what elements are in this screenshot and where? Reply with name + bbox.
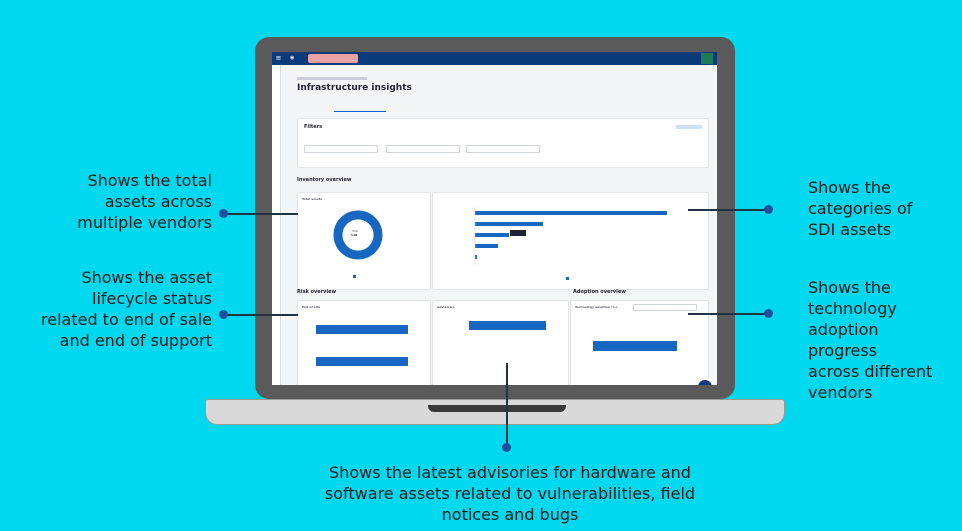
connector-lifecycle bbox=[223, 314, 298, 316]
breadcrumb bbox=[297, 77, 367, 80]
laptop-notch bbox=[428, 405, 566, 412]
sdi-assets-card bbox=[432, 192, 709, 290]
app-screen: ≡ ◉ Infrastructure insights Filters Inve… bbox=[272, 52, 717, 385]
donut-center-label: Total bbox=[352, 230, 358, 233]
advisories-bar bbox=[469, 321, 546, 330]
total-assets-card: Total assets Total 5.4K bbox=[297, 192, 431, 290]
eol-bar bbox=[316, 325, 408, 334]
user-avatar[interactable] bbox=[701, 53, 713, 64]
connector-adoption bbox=[688, 313, 768, 315]
filters-card: Filters bbox=[297, 118, 709, 168]
connector-dot bbox=[764, 309, 773, 318]
sdi-bar bbox=[475, 244, 498, 248]
eol-bar bbox=[316, 357, 408, 366]
tech-adoption-bar bbox=[593, 341, 677, 351]
connector-total-assets bbox=[223, 213, 298, 215]
filter-select-vendor[interactable] bbox=[304, 145, 378, 153]
sdi-bar bbox=[475, 211, 667, 215]
eol-bar-chart bbox=[316, 325, 408, 366]
connector-advisories bbox=[506, 363, 508, 447]
app-topbar: ≡ ◉ bbox=[272, 52, 717, 65]
callout-total-assets: Shows the total assets across multiple v… bbox=[77, 171, 212, 232]
legend-swatch bbox=[353, 275, 356, 278]
sdi-bar-chart bbox=[474, 207, 667, 280]
menu-icon[interactable]: ≡ bbox=[274, 54, 283, 63]
risk-title: Risk overview bbox=[297, 289, 337, 295]
advisories-bar-chart bbox=[469, 321, 546, 330]
callout-adoption: Shows the technology adoption progress a… bbox=[808, 278, 933, 402]
sdi-tooltip bbox=[510, 230, 526, 236]
donut-chart bbox=[333, 210, 383, 278]
laptop-base bbox=[205, 399, 785, 425]
connector-dot bbox=[219, 310, 228, 319]
filters-title: Filters bbox=[304, 124, 323, 130]
callout-advisories: Shows the latest advisories for hardware… bbox=[324, 463, 696, 524]
reset-filters-icon[interactable] bbox=[676, 125, 702, 129]
connector-dot bbox=[219, 209, 228, 218]
chat-icon[interactable] bbox=[696, 378, 714, 385]
advisories-card: Advisories bbox=[432, 300, 569, 385]
sdi-bar bbox=[475, 222, 543, 226]
tab-hardware-insights[interactable] bbox=[297, 102, 337, 111]
tab-software-defined-insights[interactable] bbox=[334, 102, 386, 112]
page-title: Infrastructure insights bbox=[297, 83, 412, 93]
sdi-bar bbox=[475, 233, 509, 237]
environment-badge bbox=[308, 54, 358, 63]
connector-dot bbox=[764, 205, 773, 214]
donut-hole bbox=[342, 219, 374, 251]
connector-sdi bbox=[688, 209, 768, 211]
eol-card: End of Life bbox=[297, 300, 431, 385]
inventory-title: Inventory overview bbox=[297, 177, 352, 183]
donut-center-value: 5.4K bbox=[351, 234, 358, 237]
connector-dot bbox=[502, 443, 511, 452]
filter-select-sdi[interactable] bbox=[466, 145, 540, 153]
sidebar bbox=[272, 65, 281, 385]
adoption-title: Adoption overview bbox=[573, 289, 626, 295]
filter-select-technology[interactable] bbox=[386, 145, 460, 153]
callout-sdi: Shows the categories of SDI assets bbox=[808, 178, 913, 239]
callout-lifecycle: Shows the asset lifecycle status related… bbox=[41, 268, 212, 350]
logo-icon: ◉ bbox=[290, 55, 295, 61]
sdi-bar bbox=[475, 255, 477, 259]
sdi-legend-swatch bbox=[566, 277, 569, 280]
